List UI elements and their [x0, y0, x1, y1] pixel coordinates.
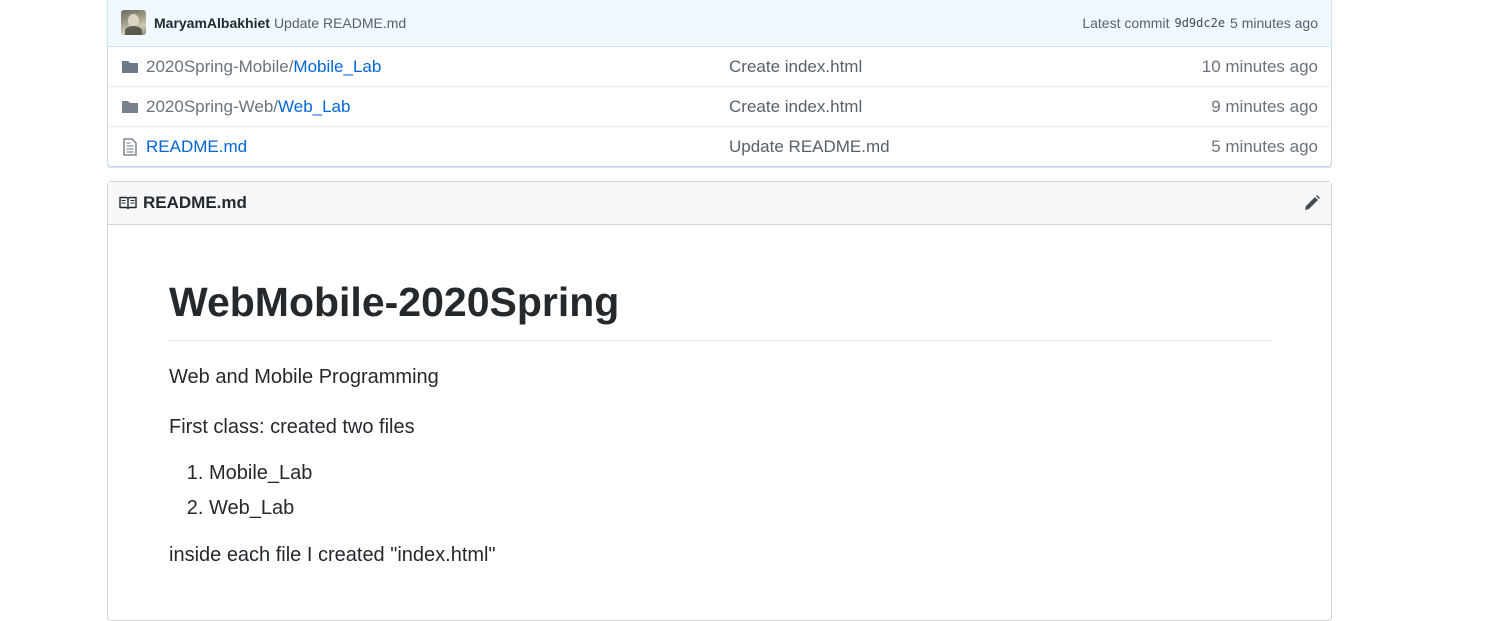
file-row: 2020Spring-Web/Web_Lab Create index.html… [107, 87, 1332, 127]
file-list: 2020Spring-Mobile/Mobile_Lab Create inde… [107, 47, 1332, 167]
readme-ordered-list: Mobile_Lab Web_Lab [169, 459, 1271, 522]
file-commit-message-link[interactable]: Create index.html [729, 97, 1029, 117]
folder-icon [121, 99, 139, 115]
readme-paragraph: Web and Mobile Programming [169, 366, 439, 389]
directory-prefix-link[interactable]: 2020Spring-Mobile/ [146, 57, 293, 76]
readme-header: README.md [108, 182, 1331, 225]
book-icon [119, 196, 137, 210]
file-age: 9 minutes ago [1211, 96, 1318, 116]
commit-message-link[interactable]: Update README.md [274, 15, 406, 31]
list-item: Web_Lab [209, 494, 1271, 522]
readme-paragraph: inside each file I created "index.html" [169, 544, 496, 567]
readme-header-title[interactable]: README.md [143, 193, 247, 213]
file-name-cell: README.md [146, 137, 729, 157]
readme-title: WebMobile-2020Spring [169, 277, 1271, 342]
readme-content: WebMobile-2020Spring Web and Mobile Prog… [108, 225, 1331, 569]
file-row: 2020Spring-Mobile/Mobile_Lab Create inde… [107, 47, 1332, 87]
directory-link[interactable]: Mobile_Lab [293, 57, 381, 76]
folder-icon [121, 59, 139, 75]
file-name-cell: 2020Spring-Mobile/Mobile_Lab [146, 57, 729, 77]
file-age: 5 minutes ago [1211, 136, 1318, 156]
file-text-icon [121, 137, 139, 156]
file-commit-message-link[interactable]: Update README.md [729, 137, 1029, 157]
avatar[interactable] [121, 10, 146, 35]
file-name-cell: 2020Spring-Web/Web_Lab [146, 97, 729, 117]
readme-paragraph: First class: created two files [169, 416, 415, 439]
latest-commit-bar: MaryamAlbakhiet Update README.md Latest … [108, 0, 1331, 47]
file-row: README.md Update README.md 5 minutes ago [107, 127, 1332, 167]
pencil-icon [1305, 195, 1320, 210]
commit-author-link[interactable]: MaryamAlbakhiet [154, 15, 270, 31]
file-commit-message-link[interactable]: Create index.html [729, 57, 1029, 77]
readme-box: README.md WebMobile-2020Spring Web and M… [107, 181, 1332, 621]
commit-meta: Latest commit 9d9dc2e 5 minutes ago [1082, 15, 1318, 31]
file-navigation-box: MaryamAlbakhiet Update README.md Latest … [107, 0, 1332, 168]
directory-prefix-link[interactable]: 2020Spring-Web/ [146, 97, 278, 116]
directory-link[interactable]: Web_Lab [278, 97, 350, 116]
edit-readme-button[interactable] [1303, 194, 1321, 212]
file-age: 10 minutes ago [1201, 56, 1318, 76]
commit-sha-link[interactable]: 9d9dc2e [1174, 16, 1225, 30]
latest-commit-label: Latest commit [1082, 14, 1170, 31]
list-item: Mobile_Lab [209, 459, 1271, 487]
commit-age: 5 minutes ago [1230, 14, 1318, 31]
file-link[interactable]: README.md [146, 137, 247, 156]
